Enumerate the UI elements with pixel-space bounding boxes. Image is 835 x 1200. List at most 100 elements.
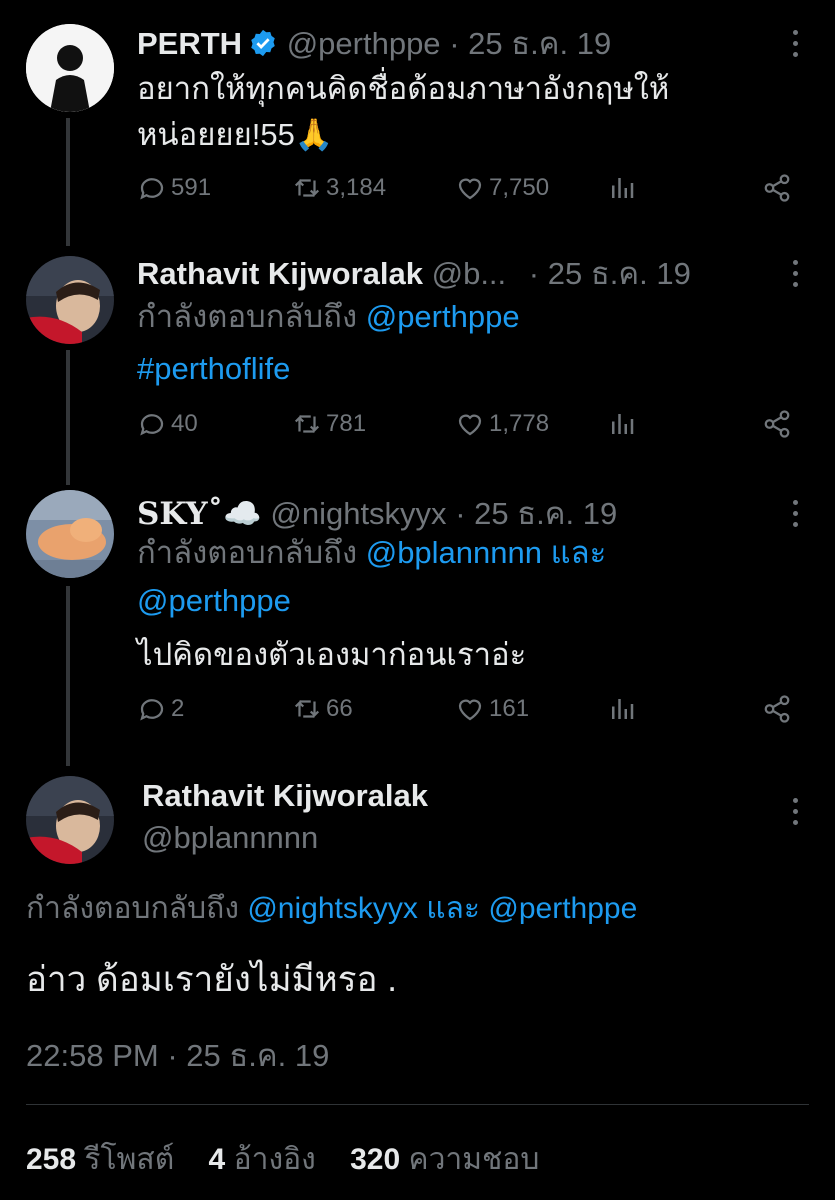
retweet-icon [294,415,320,433]
share-icon [764,174,790,202]
retweet-count: 66 [326,695,353,722]
reply-button[interactable]: 40 [137,409,198,439]
reply-icon [140,699,164,721]
thread-line [66,586,70,766]
share-icon [764,410,790,438]
timestamp[interactable]: 22:58 PM · 25 ธ.ค. 19 [26,1035,795,1077]
author-handle[interactable]: @perthppe [287,26,441,61]
replying-to: กำลังตอบกลับถึง @nightskyyx และ @perthpp… [26,888,795,930]
reposts-count[interactable]: 258 [26,1143,76,1176]
views-button[interactable] [607,694,637,724]
retweet-button[interactable]: 3,184 [292,173,386,203]
replying-to-label: กำลังตอบกลับถึง [137,299,358,334]
share-button[interactable] [762,409,792,439]
like-button[interactable]: 7,750 [455,173,549,203]
retweet-count: 781 [326,410,367,437]
tweet-date[interactable]: 25 ธ.ค. 19 [468,26,611,61]
tweet-text: ไปคิดของตัวเองมาก่อนเราอ่ะ [137,637,527,672]
avatar[interactable] [26,24,114,112]
engagement-stats: 258 รีโพสต์ 4 อ้างอิง 320 ความชอบ [26,1136,565,1183]
author-name[interactable]: Rathavit Kijworalak [137,256,423,291]
reposts-label[interactable]: รีโพสต์ [84,1143,174,1176]
thread-line [66,118,70,246]
divider [26,1104,809,1105]
tweet-text-line: อยากให้ทุกคนคิดชื่อด้อมภาษาอังกฤษให้ [137,71,670,106]
likes-label[interactable]: ความชอบ [409,1143,540,1176]
separator: · [167,1038,178,1073]
reply-count: 591 [171,174,212,201]
reply-count: 2 [171,695,185,722]
views-button[interactable] [607,409,637,439]
replying-to: กำลังตอบกลับถึง @perthppe [137,296,795,338]
heart-icon [458,699,482,721]
like-button[interactable]: 161 [455,694,529,724]
heart-icon [458,178,482,200]
main-tweet-text: อ่าว ด้อมเรายังไม่มีหรอ . [26,960,397,999]
retweet-button[interactable]: 781 [292,409,366,439]
share-button[interactable] [762,173,792,203]
replying-to-label: กำลังตอบกลับถึง [26,892,239,925]
share-icon [764,695,790,723]
reply-icon [140,414,164,436]
author-handle[interactable]: @bplannnnn [142,820,775,856]
separator: · [455,496,466,531]
author-handle[interactable]: @b... [432,256,507,291]
author-handle[interactable]: @nightskyyx [270,496,446,531]
author-name[interactable]: PERTH [137,26,242,61]
more-options-icon[interactable] [793,798,801,825]
reply-button[interactable]: 591 [137,173,211,203]
share-button[interactable] [762,694,792,724]
reply-button[interactable]: 2 [137,694,184,724]
tweet-date[interactable]: 25 ธ.ค. 19 [474,496,617,531]
like-count: 1,778 [489,410,550,437]
tweet-date: 25 ธ.ค. 19 [186,1038,330,1073]
like-count: 161 [489,695,530,722]
views-icon [612,414,634,434]
verified-badge-icon [248,28,278,66]
mention-link[interactable]: @perthppe [366,299,520,334]
separator: · [449,26,460,61]
separator: · [528,256,540,291]
tweet-text-line: หน่อยยย!55🙏 [137,117,334,152]
mention-link[interactable]: @perthppe [488,892,637,925]
replying-to-label: กำลังตอบกลับถึง [137,535,358,570]
retweet-count: 3,184 [326,174,387,201]
tweet-time: 22:58 PM [26,1038,159,1073]
like-count: 7,750 [489,174,550,201]
replying-to: กำลังตอบกลับถึง @bplannnnn และ [137,532,795,574]
retweet-icon [294,179,320,197]
quotes-label[interactable]: อ้างอิง [234,1143,316,1176]
tweet-header: SKY˚☁️ @nightskyyx · 25 ธ.ค. 19 [137,488,775,538]
views-icon [612,699,634,719]
likes-count[interactable]: 320 [350,1143,400,1176]
reply-icon [140,178,164,200]
tweet-header: Rathavit Kijworalak @b... · 25 ธ.ค. 19 [137,248,775,298]
mention-link[interactable]: @perthppe [137,580,795,622]
hashtag-link[interactable]: #perthoflife [137,348,795,390]
like-button[interactable]: 1,778 [455,409,549,439]
retweet-button[interactable]: 66 [292,694,353,724]
more-options-icon[interactable] [793,500,801,527]
tweet-actions: 40 781 1,778 [137,409,807,449]
retweet-icon [294,700,320,718]
thread-line [66,350,70,485]
more-options-icon[interactable] [793,30,801,57]
author-name[interactable]: SKY˚☁️ [137,496,262,532]
mention-link[interactable]: @bplannnnn [366,535,542,570]
tweet-actions: 591 3,184 7,750 [137,173,807,213]
author-name[interactable]: Rathavit Kijworalak [142,778,775,814]
avatar[interactable] [26,256,114,344]
quotes-count[interactable]: 4 [209,1143,226,1176]
and-label: และ [426,892,481,925]
tweet-actions: 2 66 161 [137,694,807,734]
mention-link[interactable]: @nightskyyx [247,892,418,925]
tweet-header: PERTH @perthppe · 25 ธ.ค. 19 [137,18,775,68]
tweet-date[interactable]: 25 ธ.ค. 19 [548,256,691,291]
views-icon [612,178,634,198]
avatar[interactable] [26,490,114,578]
and-label: และ [550,535,607,570]
views-button[interactable] [607,173,637,203]
avatar[interactable] [26,776,114,864]
reply-count: 40 [171,410,198,437]
more-options-icon[interactable] [793,260,801,287]
